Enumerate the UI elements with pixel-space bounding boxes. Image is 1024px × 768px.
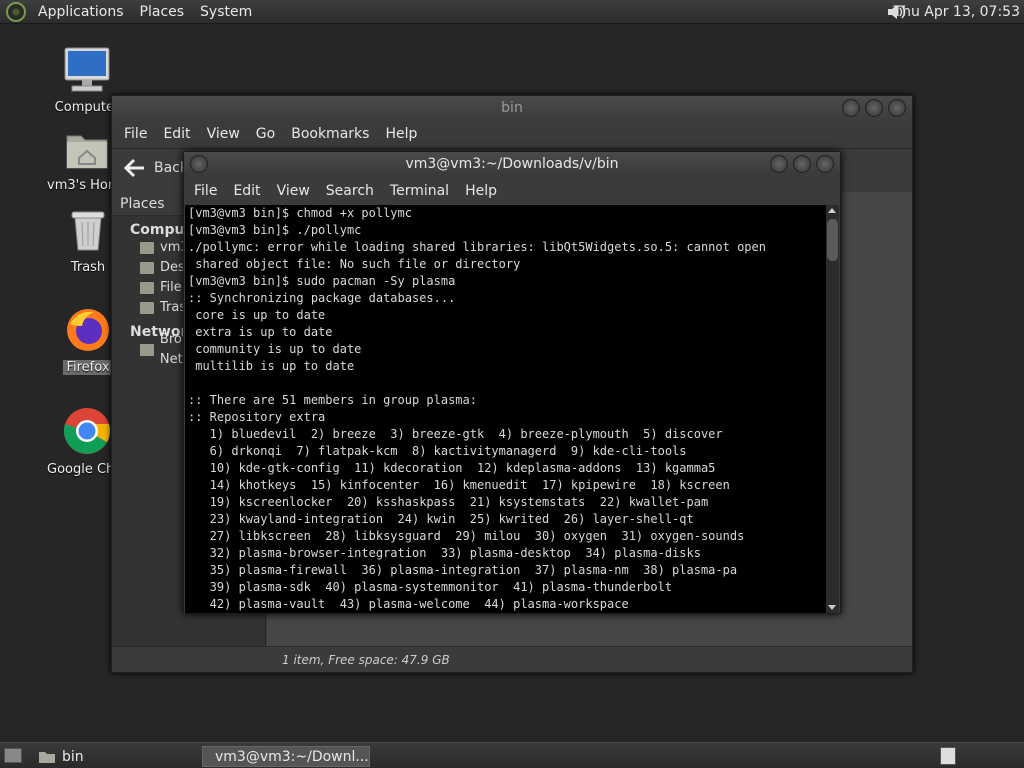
window-title: vm3@vm3:~/Downloads/v/bin	[405, 156, 619, 172]
file-manager-menubar: File Edit View Go Bookmarks Help	[112, 121, 912, 147]
desktop-icon-label: Firefox	[63, 360, 113, 375]
system-menu[interactable]: System	[192, 0, 260, 24]
chrome-icon	[63, 408, 110, 454]
drive-icon	[140, 282, 154, 294]
terminal-scrollbar[interactable]	[826, 205, 839, 613]
terminal-line: shared object file: No such file or dire…	[188, 257, 521, 271]
menu-file[interactable]: File	[116, 126, 155, 142]
close-button[interactable]	[816, 155, 834, 173]
top-menu: Applications Places System	[30, 0, 260, 24]
terminal-line: 10) kde-gtk-config 11) kdecoration 12) k…	[188, 461, 716, 475]
taskbar-item-bin[interactable]: bin	[32, 746, 90, 767]
menu-go[interactable]: Go	[248, 126, 283, 142]
scroll-up-arrow-icon[interactable]	[828, 208, 836, 213]
terminal-line: :: Synchronizing package databases...	[188, 291, 456, 305]
firefox-icon	[67, 309, 109, 351]
show-desktop-icon[interactable]	[4, 748, 22, 763]
back-arrow-icon	[123, 158, 144, 178]
menu-file[interactable]: File	[186, 183, 225, 199]
terminal-line: :: There are 51 members in group plasma:	[188, 393, 477, 407]
maximize-button[interactable]	[865, 99, 883, 117]
bottom-panel: bin vm3@vm3:~/Downl...	[0, 742, 1024, 768]
folder-icon	[39, 751, 55, 763]
terminal-output[interactable]: [vm3@vm3 bin]$ chmod +x pollymc [vm3@vm3 …	[185, 205, 827, 613]
window-title: bin	[501, 100, 523, 116]
terminal-line: ./pollymc: error while loading shared li…	[188, 240, 766, 254]
menu-bookmarks[interactable]: Bookmarks	[283, 126, 377, 142]
trash-small-icon	[140, 302, 154, 314]
terminal-line: 1) bluedevil 2) breeze 3) breeze-gtk 4) …	[188, 427, 723, 441]
back-button[interactable]: Back	[122, 157, 188, 179]
status-bar: 1 item, Free space: 47.9 GB	[112, 646, 912, 672]
applications-menu[interactable]: Applications	[30, 0, 132, 24]
terminal-line: 39) plasma-sdk 40) plasma-systemmonitor …	[188, 580, 673, 594]
terminal-line: 23) kwayland-integration 24) kwin 25) kw…	[188, 512, 694, 526]
terminal-line: 6) drkonqi 7) flatpak-kcm 8) kactivityma…	[188, 444, 687, 458]
terminal-line: 32) plasma-browser-integration 33) plasm…	[188, 546, 701, 560]
close-button[interactable]	[888, 99, 906, 117]
terminal-line: [vm3@vm3 bin]$ sudo pacman -Sy plasma	[188, 274, 456, 288]
distro-logo-icon[interactable]	[6, 1, 26, 22]
menu-terminal[interactable]: Terminal	[382, 183, 457, 199]
menu-edit[interactable]: Edit	[155, 126, 198, 142]
terminal-menubar: File Edit View Search Terminal Help	[184, 177, 840, 205]
terminal-line: 19) kscreenlocker 20) ksshaskpass 21) ks…	[188, 495, 709, 509]
menu-help[interactable]: Help	[457, 183, 505, 199]
clock[interactable]: Thu Apr 13, 07:53	[894, 0, 1020, 24]
home-folder-icon	[66, 135, 108, 169]
terminal-line: [vm3@vm3 bin]$ ./pollymc	[188, 223, 362, 237]
terminal-line: 14) khotkeys 15) kinfocenter 16) kmenued…	[188, 478, 730, 492]
top-panel: Applications Places System Thu Apr 13, 0…	[0, 0, 1024, 24]
terminal-line: 27) libkscreen 28) libksysguard 29) milo…	[188, 529, 745, 543]
terminal-line: [vm3@vm3 bin]$ chmod +x pollymc	[188, 206, 412, 220]
menu-view[interactable]: View	[269, 183, 318, 199]
maximize-button[interactable]	[793, 155, 811, 173]
menu-edit[interactable]: Edit	[225, 183, 268, 199]
places-menu[interactable]: Places	[132, 0, 193, 24]
status-text: 1 item, Free space: 47.9 GB	[282, 653, 450, 667]
home-icon	[140, 242, 154, 254]
network-icon	[140, 344, 154, 356]
computer-icon	[64, 47, 110, 92]
terminal-line: 35) plasma-firewall 36) plasma-integrati…	[188, 563, 738, 577]
minimize-button[interactable]	[842, 99, 860, 117]
minimize-button[interactable]	[770, 155, 788, 173]
terminal-line: :: Repository extra	[188, 410, 326, 424]
terminal-line: community is up to date	[188, 342, 362, 356]
taskbar-item-terminal[interactable]: vm3@vm3:~/Downl...	[202, 746, 370, 767]
terminal-line: extra is up to date	[188, 325, 333, 339]
terminal-window: vm3@vm3:~/Downloads/v/bin File Edit View…	[183, 151, 841, 614]
menu-help[interactable]: Help	[377, 126, 425, 142]
terminal-line: 42) plasma-vault 43) plasma-welcome 44) …	[188, 597, 629, 611]
desktop-icon	[140, 262, 154, 274]
scrollbar-thumb[interactable]	[827, 219, 838, 261]
scroll-down-arrow-icon[interactable]	[828, 605, 836, 610]
trash-icon	[71, 211, 105, 251]
terminal-titlebar[interactable]: vm3@vm3:~/Downloads/v/bin	[184, 152, 840, 177]
menu-search[interactable]: Search	[318, 183, 382, 199]
terminal-line: core is up to date	[188, 308, 326, 322]
workspace-switcher-icon[interactable]	[940, 747, 956, 765]
window-menu-button[interactable]	[190, 155, 208, 173]
terminal-line: multilib is up to date	[188, 359, 355, 373]
terminal-text: [vm3@vm3 bin]$ chmod +x pollymc [vm3@vm3 …	[185, 205, 827, 613]
menu-view[interactable]: View	[199, 126, 248, 142]
file-manager-titlebar[interactable]: bin	[112, 96, 912, 121]
